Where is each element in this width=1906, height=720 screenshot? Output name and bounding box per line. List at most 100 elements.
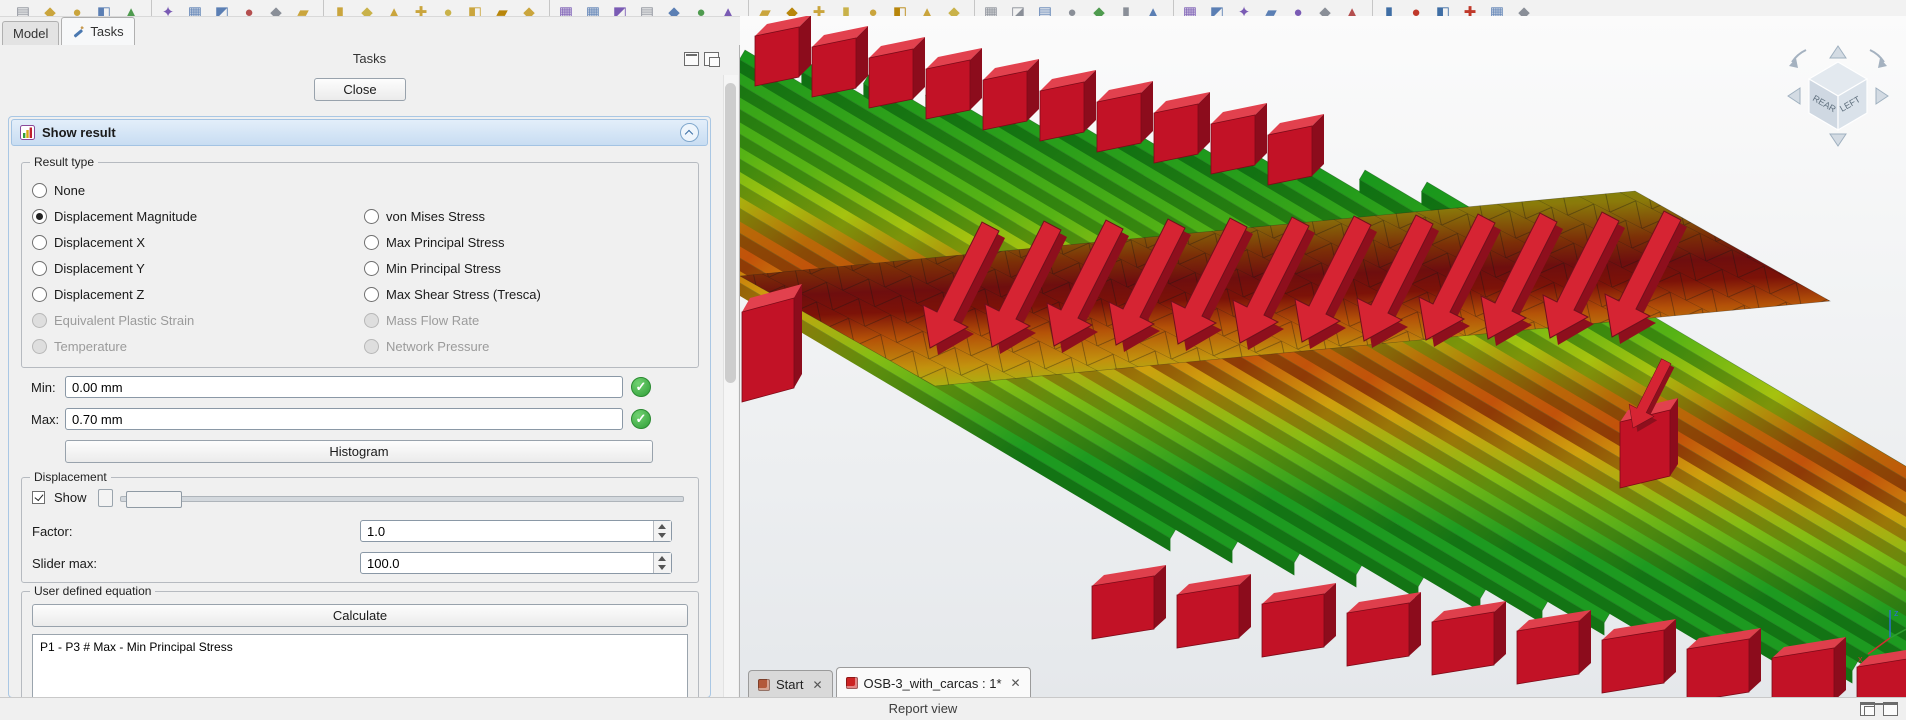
result-type-radio-option[interactable]: von Mises Stress — [364, 203, 689, 229]
toolbar-icon-glyph: ✚ — [415, 5, 428, 16]
histogram-button[interactable]: Histogram — [65, 440, 653, 463]
result-type-radio-option[interactable]: None — [32, 177, 357, 203]
document-icon — [846, 677, 858, 689]
panel-scrollbar[interactable] — [723, 75, 738, 698]
toolbar-icon[interactable]: ▲ — [719, 0, 737, 16]
toolbar-icon[interactable]: ▦ — [1173, 0, 1199, 16]
slider-left-button[interactable] — [98, 489, 113, 507]
document-tab[interactable]: OSB-3_with_carcas : 1* ✕ — [836, 667, 1031, 698]
toolbar-icon[interactable]: ◩ — [213, 0, 231, 16]
document-tab[interactable]: Start ✕ — [748, 670, 833, 698]
toolbar-icon[interactable]: ◆ — [1090, 0, 1108, 16]
factor-input[interactable] — [360, 520, 672, 542]
toolbar-icon[interactable]: ● — [439, 0, 457, 16]
collapse-section-button[interactable] — [680, 123, 699, 142]
radio-icon — [32, 261, 47, 276]
tab-model[interactable]: Model — [2, 21, 59, 45]
toolbar-icon[interactable]: ✚ — [1461, 0, 1479, 16]
max-value-input[interactable] — [65, 408, 623, 430]
toolbar-icon[interactable]: ▦ — [186, 0, 204, 16]
toolbar-icon[interactable]: ◆ — [665, 0, 683, 16]
toolbar-icon[interactable]: ◩ — [611, 0, 629, 16]
toolbar-icon[interactable]: ▮ — [1372, 0, 1398, 16]
toolbar-icon[interactable]: ▰ — [294, 0, 312, 16]
toolbar-icon[interactable]: ▮ — [1117, 0, 1135, 16]
calculate-button[interactable]: Calculate — [32, 604, 688, 627]
tab-tasks[interactable]: Tasks — [61, 17, 134, 45]
toolbar-icon[interactable]: ✦ — [151, 0, 177, 16]
toolbar-icon[interactable]: ◆ — [1316, 0, 1334, 16]
toolbar-icon[interactable]: ◆ — [783, 0, 801, 16]
toolbar-icon[interactable]: ▤ — [1036, 0, 1054, 16]
slider-max-input[interactable] — [360, 552, 672, 574]
slider-max-up-arrow[interactable] — [654, 553, 671, 563]
toolbar-icon[interactable]: ▤ — [638, 0, 656, 16]
result-type-radio-option[interactable]: Displacement X — [32, 229, 357, 255]
result-type-radio-option[interactable]: Min Principal Stress — [364, 255, 689, 281]
factor-up-arrow[interactable] — [654, 521, 671, 531]
result-type-radio-option[interactable]: Mass Flow Rate — [364, 307, 689, 333]
toolbar-icon[interactable]: ▲ — [1343, 0, 1361, 16]
toolbar-icon[interactable]: ▰ — [1262, 0, 1280, 16]
equation-textarea[interactable]: P1 - P3 # Max - Min Principal Stress — [32, 634, 688, 698]
toolbar-icon[interactable]: ▦ — [584, 0, 602, 16]
toolbar-icon[interactable]: ◆ — [41, 0, 59, 16]
displacement-slider[interactable] — [120, 496, 684, 502]
show-result-header[interactable]: Show result — [11, 119, 708, 146]
toolbar-icon[interactable]: ▦ — [974, 0, 1000, 16]
toolbar-icon[interactable]: ◆ — [267, 0, 285, 16]
result-type-radio-option[interactable]: Max Shear Stress (Tresca) — [364, 281, 689, 307]
result-type-radio-option[interactable]: Max Principal Stress — [364, 229, 689, 255]
result-type-radio-option[interactable]: Displacement Y — [32, 255, 357, 281]
toolbar-icon[interactable]: ▲ — [918, 0, 936, 16]
factor-down-arrow[interactable] — [654, 531, 671, 541]
toolbar-icon[interactable]: ✚ — [412, 0, 430, 16]
panel-scrollbar-thumb[interactable] — [725, 83, 736, 383]
3d-scene-canvas[interactable]: REAR LEFT z y x — [740, 16, 1906, 698]
toolbar-icon[interactable]: ● — [864, 0, 882, 16]
toolbar-icon[interactable]: ◧ — [891, 0, 909, 16]
undock-panel-button[interactable] — [704, 52, 719, 66]
float-panel-button[interactable] — [684, 52, 699, 66]
toolbar-icon[interactable]: ▲ — [122, 0, 140, 16]
displacement-slider-handle[interactable] — [126, 491, 182, 508]
toolbar-icon[interactable]: ● — [1063, 0, 1081, 16]
toolbar-icon[interactable]: ◧ — [1434, 0, 1452, 16]
toolbar-icon[interactable]: ▦ — [549, 0, 575, 16]
close-button[interactable]: Close — [314, 78, 406, 101]
result-type-radio-option[interactable]: Displacement Z — [32, 281, 357, 307]
toolbar-icon[interactable]: ▰ — [493, 0, 511, 16]
result-type-radio-option[interactable]: Equivalent Plastic Strain — [32, 307, 357, 333]
toolbar-icon[interactable]: ▮ — [323, 0, 349, 16]
toolbar-icon[interactable]: ▦ — [1488, 0, 1506, 16]
result-type-radio-option[interactable]: Displacement Magnitude — [32, 203, 357, 229]
toolbar-icon[interactable]: ◧ — [95, 0, 113, 16]
toolbar-icon[interactable]: ● — [1289, 0, 1307, 16]
toolbar-icon[interactable]: ● — [68, 0, 86, 16]
toolbar-icon[interactable]: ◆ — [1515, 0, 1533, 16]
min-value-input[interactable] — [65, 376, 623, 398]
toolbar-icon[interactable]: ● — [1407, 0, 1425, 16]
toolbar-icon[interactable]: ▮ — [837, 0, 855, 16]
toolbar-icon[interactable]: ✚ — [810, 0, 828, 16]
toolbar-icon[interactable]: ▲ — [385, 0, 403, 16]
show-displacement-checkbox[interactable] — [32, 491, 45, 504]
toolbar-icon[interactable]: ◧ — [466, 0, 484, 16]
toolbar-icon[interactable]: ◆ — [358, 0, 376, 16]
result-type-radio-option[interactable]: Network Pressure — [364, 333, 689, 359]
result-type-radio-option[interactable]: Temperature — [32, 333, 357, 359]
toolbar-icon[interactable]: ◩ — [1208, 0, 1226, 16]
toolbar-icon[interactable]: ▰ — [748, 0, 774, 16]
tab-close-icon[interactable]: ✕ — [1011, 676, 1021, 690]
toolbar-icon[interactable]: ● — [240, 0, 258, 16]
result-type-right-column: von Mises Stress Max Principal Stress Mi… — [364, 203, 689, 359]
toolbar-icon[interactable]: ◆ — [945, 0, 963, 16]
tab-close-icon[interactable]: ✕ — [812, 678, 822, 692]
toolbar-icon[interactable]: ▲ — [1144, 0, 1162, 16]
toolbar-icon[interactable]: ◆ — [520, 0, 538, 16]
slider-max-down-arrow[interactable] — [654, 563, 671, 573]
toolbar-icon[interactable]: ▤ — [14, 0, 32, 16]
toolbar-icon[interactable]: ◪ — [1009, 0, 1027, 16]
toolbar-icon[interactable]: ● — [692, 0, 710, 16]
toolbar-icon[interactable]: ✦ — [1235, 0, 1253, 16]
